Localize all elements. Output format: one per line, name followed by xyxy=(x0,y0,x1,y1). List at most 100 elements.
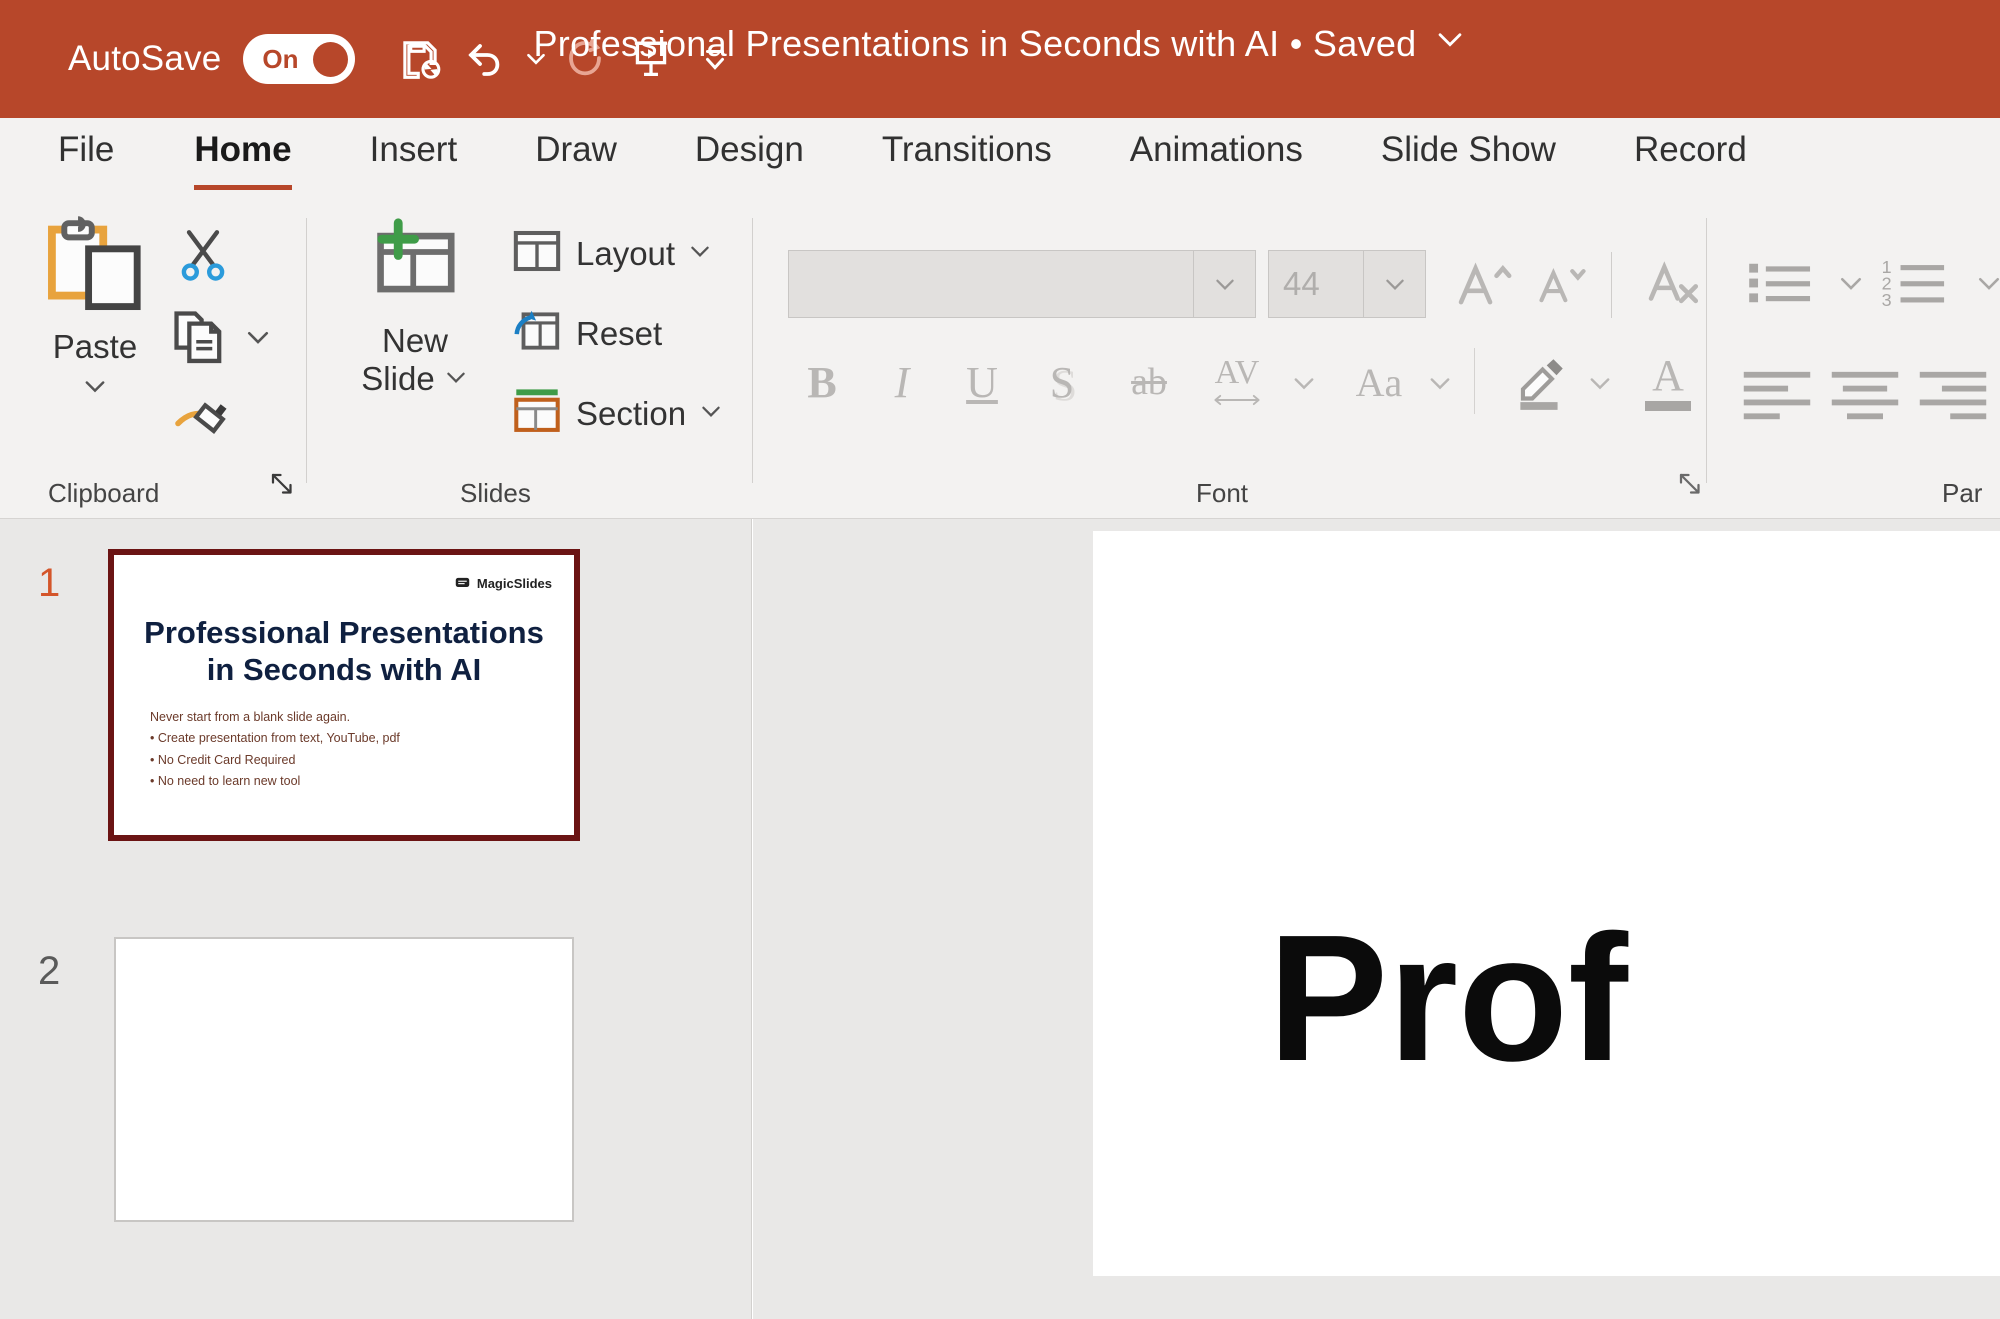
tab-insert[interactable]: Insert xyxy=(342,118,486,196)
title-bar: AutoSave On xyxy=(0,0,2000,118)
increase-font-size-icon[interactable] xyxy=(1446,246,1522,322)
numbering-icon[interactable]: 1 2 3 xyxy=(1870,238,1970,328)
decrease-font-size-icon[interactable] xyxy=(1526,250,1596,320)
align-left-icon[interactable] xyxy=(1734,354,1820,434)
tab-transitions-label: Transitions xyxy=(882,118,1052,170)
tab-home-label: Home xyxy=(194,118,291,170)
section-button[interactable]: Section xyxy=(510,384,724,443)
ribbon-group-clipboard: Paste xyxy=(0,196,310,519)
format-painter-button[interactable] xyxy=(170,384,234,453)
layout-label: Layout xyxy=(576,235,675,273)
title-dropdown-chevron-down-icon[interactable] xyxy=(1433,22,1467,65)
slide-1-bullet-0: Never start from a blank slide again. xyxy=(150,710,554,724)
clipboard-dialog-launcher-icon[interactable] xyxy=(268,470,298,505)
autosave-toggle[interactable]: On xyxy=(243,34,355,84)
text-highlight-dropdown-chevron-down-icon[interactable] xyxy=(1580,354,1620,412)
text-shadow-button[interactable]: S xyxy=(1026,346,1098,418)
tab-animations[interactable]: Animations xyxy=(1102,118,1331,196)
toolbar-separator xyxy=(1474,348,1475,414)
tab-draw-label: Draw xyxy=(535,118,617,170)
cut-button[interactable] xyxy=(172,224,234,291)
scissors-cut-icon xyxy=(172,273,234,290)
ribbon-group-label-slides: Slides xyxy=(460,478,531,509)
tab-animations-label: Animations xyxy=(1130,118,1303,170)
font-color-label: A xyxy=(1652,355,1684,397)
new-slide-button[interactable]: New Slide xyxy=(340,214,490,398)
tab-slide-show[interactable]: Slide Show xyxy=(1353,118,1584,196)
tab-file-label: File xyxy=(58,118,114,170)
reset-button[interactable]: Reset xyxy=(510,304,662,363)
ribbon: Paste xyxy=(0,196,2000,519)
align-center-icon[interactable] xyxy=(1822,354,1908,434)
underline-button[interactable]: U xyxy=(946,346,1018,418)
character-spacing-dropdown-chevron-down-icon[interactable] xyxy=(1284,354,1324,412)
slide-1-bullets: Never start from a blank slide again. • … xyxy=(150,710,554,796)
bullets-icon[interactable] xyxy=(1738,238,1828,328)
font-size-value: 44 xyxy=(1269,265,1320,303)
slide-canvas-pane[interactable]: Prof xyxy=(753,519,2000,1319)
italic-button[interactable]: I xyxy=(866,346,938,418)
tab-design[interactable]: Design xyxy=(667,118,832,196)
reset-label: Reset xyxy=(576,315,662,353)
font-name-dropdown-chevron-down-icon[interactable] xyxy=(1193,251,1255,317)
font-name-combobox[interactable] xyxy=(788,250,1256,318)
paste-icon xyxy=(35,214,155,324)
slide-number-1: 1 xyxy=(38,561,60,606)
font-size-dropdown-chevron-down-icon[interactable] xyxy=(1363,251,1425,317)
start-presentation-icon[interactable] xyxy=(619,27,683,91)
copy-button[interactable] xyxy=(168,306,232,375)
save-icon[interactable] xyxy=(389,27,453,91)
copy-icon xyxy=(168,357,232,374)
layout-dropdown-chevron-down-icon[interactable] xyxy=(687,238,713,269)
paste-button[interactable]: Paste xyxy=(35,214,155,400)
font-dialog-launcher-icon[interactable] xyxy=(1676,470,1706,505)
clear-formatting-icon[interactable] xyxy=(1636,246,1712,322)
slide-canvas-title[interactable]: Prof xyxy=(1268,909,1628,1089)
tab-slide-show-label: Slide Show xyxy=(1381,118,1556,170)
magicslides-logo: MagicSlides xyxy=(454,575,552,592)
text-highlight-color-icon[interactable] xyxy=(1500,342,1580,424)
powerpoint-window: AutoSave On xyxy=(0,0,2000,1319)
ribbon-group-font: 44 xyxy=(756,196,1710,519)
font-color-button[interactable]: A xyxy=(1628,342,1708,424)
slide-1-title-line1: Professional Presentations xyxy=(114,615,574,652)
slide-canvas[interactable]: Prof xyxy=(1093,531,2000,1276)
slide-thumbnail-2[interactable] xyxy=(114,937,574,1222)
strikethrough-button[interactable]: ab xyxy=(1106,346,1192,418)
numbering-dropdown-chevron-down-icon[interactable] xyxy=(1966,254,2000,312)
change-case-dropdown-chevron-down-icon[interactable] xyxy=(1420,354,1460,412)
slide-1-bullet-2: • No Credit Card Required xyxy=(150,753,554,767)
new-slide-icon xyxy=(340,214,490,320)
align-justify-icon[interactable] xyxy=(1994,354,2000,434)
section-dropdown-chevron-down-icon[interactable] xyxy=(698,398,724,429)
copy-dropdown-chevron-down-icon[interactable] xyxy=(243,322,273,357)
change-case-button[interactable]: Aa xyxy=(1336,346,1422,418)
character-spacing-button[interactable]: AV xyxy=(1194,344,1280,422)
layout-button[interactable]: Layout xyxy=(510,224,713,283)
undo-icon[interactable] xyxy=(453,27,517,91)
character-spacing-label: AV xyxy=(1215,356,1260,390)
undo-dropdown-chevron-down-icon[interactable] xyxy=(517,27,555,91)
new-slide-dropdown-chevron-down-icon[interactable] xyxy=(443,364,469,395)
slide-thumbnail-1[interactable]: MagicSlides Professional Presentations i… xyxy=(108,549,580,841)
new-slide-label-line2: Slide xyxy=(361,360,434,398)
tab-record-label: Record xyxy=(1634,118,1747,170)
slide-thumbnail-pane[interactable]: 1 MagicSlides Professional Presentations… xyxy=(0,519,752,1319)
tab-draw[interactable]: Draw xyxy=(507,118,645,196)
slide-1-bullet-1: • Create presentation from text, YouTube… xyxy=(150,731,554,745)
align-right-icon[interactable] xyxy=(1910,354,1996,434)
bullets-dropdown-chevron-down-icon[interactable] xyxy=(1828,254,1874,312)
work-area: 1 MagicSlides Professional Presentations… xyxy=(0,519,2000,1319)
paste-dropdown-chevron-down-icon[interactable] xyxy=(35,372,155,400)
spacing-arrows-icon xyxy=(1213,390,1261,410)
magicslides-logo-icon xyxy=(454,575,471,592)
tab-transitions[interactable]: Transitions xyxy=(854,118,1080,196)
slide-1-title: Professional Presentations in Seconds wi… xyxy=(114,615,574,688)
tab-home[interactable]: Home xyxy=(166,118,319,196)
customize-quick-access-toolbar-icon[interactable] xyxy=(683,27,747,91)
ribbon-group-paragraph: 1 2 3 xyxy=(1710,196,2000,519)
tab-record[interactable]: Record xyxy=(1606,118,1775,196)
font-size-combobox[interactable]: 44 xyxy=(1268,250,1426,318)
tab-file[interactable]: File xyxy=(30,118,142,196)
bold-button[interactable]: B xyxy=(786,346,858,418)
